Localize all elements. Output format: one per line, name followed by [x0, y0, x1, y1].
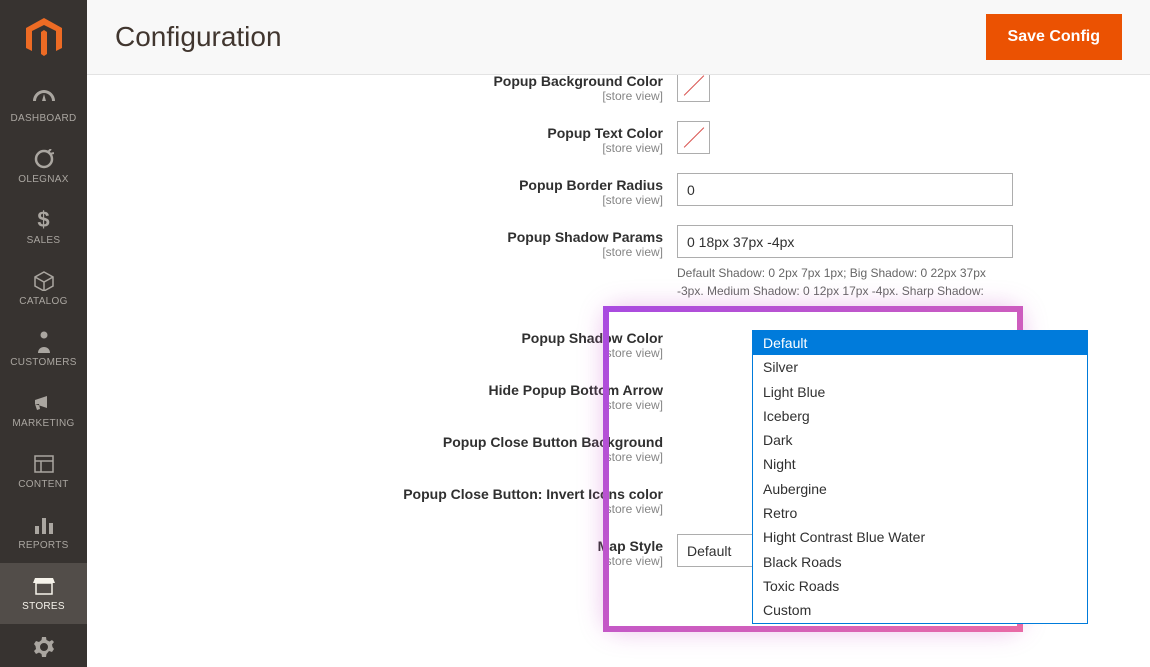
sidebar-item-label: CUSTOMERS — [10, 357, 76, 368]
page-header: Configuration Save Config — [87, 0, 1150, 75]
gear-icon — [34, 634, 54, 660]
bar-chart-icon — [35, 512, 53, 538]
field-popup-text-color: Popup Text Color [store view] — [115, 121, 1122, 155]
field-note: Default Shadow: 0 2px 7px 1px; Big Shado… — [677, 264, 1013, 300]
field-scope: [store view] — [115, 554, 663, 568]
color-swatch-empty[interactable] — [677, 75, 710, 102]
field-label: Popup Background Color — [493, 75, 663, 89]
map-style-option[interactable]: Hight Contrast Blue Water — [753, 525, 1087, 549]
map-style-option[interactable]: Custom — [753, 598, 1087, 622]
field-label: Hide Popup Bottom Arrow — [489, 382, 663, 398]
sidebar-item-label: SALES — [27, 235, 61, 246]
field-scope: [store view] — [115, 141, 663, 155]
sidebar-item-label: OLEGNAX — [18, 174, 68, 185]
sidebar-item-system[interactable] — [0, 624, 87, 660]
field-label: Popup Shadow Color — [521, 330, 663, 346]
field-scope: [store view] — [115, 245, 663, 259]
sidebar-item-customers[interactable]: CUSTOMERS — [0, 319, 87, 380]
save-config-button[interactable]: Save Config — [986, 14, 1122, 60]
box-icon — [34, 268, 54, 294]
field-label: Popup Border Radius — [519, 177, 663, 193]
field-popup-bg-color: Popup Background Color [store view] — [115, 75, 1122, 103]
map-style-option[interactable]: Retro — [753, 501, 1087, 525]
map-style-option[interactable]: Default — [753, 331, 1087, 355]
field-scope: [store view] — [115, 398, 663, 412]
field-popup-shadow-params: Popup Shadow Params [store view] Default… — [115, 225, 1122, 300]
sidebar-item-stores[interactable]: STORES — [0, 563, 87, 624]
map-style-option[interactable]: Black Roads — [753, 550, 1087, 574]
sidebar-item-reports[interactable]: REPORTS — [0, 502, 87, 563]
sidebar-item-label: CATALOG — [19, 296, 67, 307]
sidebar-item-olegnax[interactable]: OLEGNAX — [0, 136, 87, 197]
field-scope: [store view] — [115, 193, 663, 207]
main-content: Configuration Save Config Popup Backgrou… — [87, 0, 1150, 667]
sidebar-item-marketing[interactable]: MARKETING — [0, 380, 87, 441]
magento-logo-icon — [26, 18, 62, 58]
map-style-option[interactable]: Light Blue — [753, 380, 1087, 404]
person-icon — [37, 329, 51, 355]
popup-border-radius-input[interactable] — [677, 173, 1013, 206]
field-label: Popup Text Color — [547, 125, 663, 141]
sidebar-item-dashboard[interactable]: DASHBOARD — [0, 75, 87, 136]
page-title: Configuration — [115, 21, 282, 53]
admin-sidebar: DASHBOARD OLEGNAX $ SALES CATALOG CUSTOM… — [0, 0, 87, 667]
map-style-dropdown[interactable]: DefaultSilverLight BlueIcebergDarkNightA… — [752, 330, 1088, 624]
sidebar-item-label: REPORTS — [18, 540, 68, 551]
layout-icon — [34, 451, 54, 477]
color-swatch-empty[interactable] — [677, 121, 710, 154]
field-label: Popup Close Button: Invert Icons color — [403, 486, 663, 502]
map-style-option[interactable]: Night — [753, 452, 1087, 476]
sidebar-item-catalog[interactable]: CATALOG — [0, 258, 87, 319]
field-scope: [store view] — [115, 89, 663, 103]
sidebar-item-label: DASHBOARD — [10, 113, 76, 124]
sidebar-item-label: STORES — [22, 601, 65, 612]
field-label: Popup Close Button Background — [443, 434, 663, 450]
dollar-icon: $ — [37, 207, 49, 233]
map-style-option[interactable]: Dark — [753, 428, 1087, 452]
sidebar-item-content[interactable]: CONTENT — [0, 441, 87, 502]
megaphone-icon — [33, 390, 55, 416]
map-style-option[interactable]: Iceberg — [753, 404, 1087, 428]
popup-shadow-params-input[interactable] — [677, 225, 1013, 258]
map-style-option[interactable]: Silver — [753, 355, 1087, 379]
field-scope: [store view] — [115, 450, 663, 464]
field-label: Popup Shadow Params — [507, 229, 663, 245]
field-label: Map Style — [598, 538, 663, 554]
sidebar-item-sales[interactable]: $ SALES — [0, 197, 87, 258]
sidebar-item-label: MARKETING — [12, 418, 74, 429]
field-scope: [store view] — [115, 502, 663, 516]
map-style-option[interactable]: Aubergine — [753, 477, 1087, 501]
magento-logo[interactable] — [0, 0, 87, 75]
store-icon — [33, 573, 55, 599]
field-scope: [store view] — [115, 346, 663, 360]
sidebar-item-label: CONTENT — [18, 479, 68, 490]
field-popup-border-radius: Popup Border Radius [store view] — [115, 173, 1122, 207]
olegnax-icon — [34, 146, 54, 172]
map-style-option[interactable]: Toxic Roads — [753, 574, 1087, 598]
gauge-icon — [33, 85, 55, 111]
